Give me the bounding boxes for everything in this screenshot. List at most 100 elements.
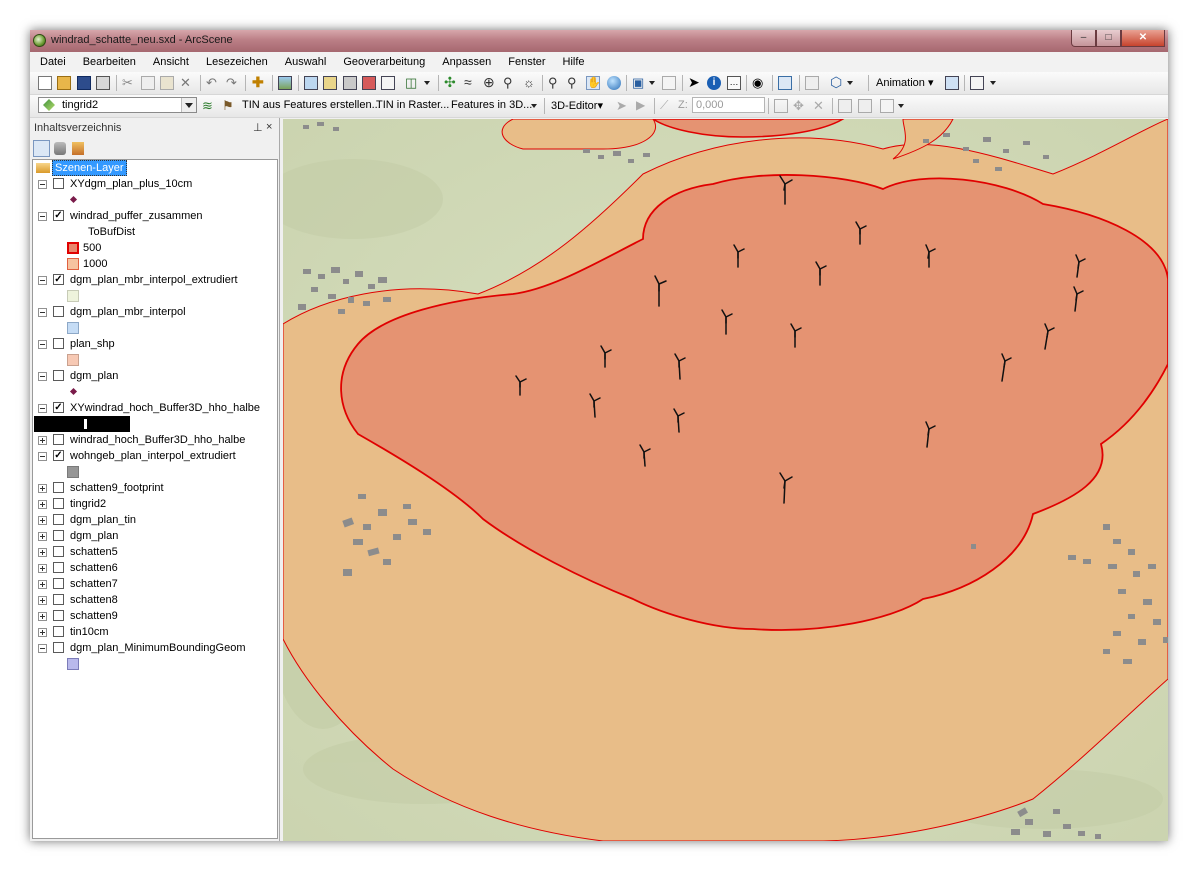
layer-row[interactable]: schatten7 (33, 576, 277, 592)
animation-menu-button[interactable]: Animation ▾ (876, 76, 934, 89)
contour-icon[interactable]: ≋ (202, 99, 216, 113)
layer-row[interactable]: schatten5 (33, 544, 277, 560)
3d-effects-icon[interactable]: ⬡ (830, 75, 844, 90)
collapse-icon[interactable] (38, 308, 47, 317)
scene-canvas[interactable] (283, 119, 1168, 841)
layer-checkbox[interactable]: ✓ (53, 450, 64, 461)
layer-checkbox[interactable] (53, 338, 64, 349)
layer-checkbox[interactable] (53, 642, 64, 653)
3d-editor-menu-button[interactable]: 3D-Editor▾ (551, 99, 603, 112)
layer-checkbox[interactable] (53, 370, 64, 381)
select-features-icon[interactable]: ▣ (632, 76, 646, 90)
layer-checkbox[interactable] (53, 482, 64, 493)
collapse-icon[interactable] (38, 276, 47, 285)
target-center-icon[interactable]: ⊕ (483, 75, 497, 90)
layer-checkbox[interactable] (53, 498, 64, 509)
search-window-icon[interactable] (343, 76, 357, 90)
minimize-button[interactable]: – (1071, 30, 1096, 47)
modelbuilder-icon[interactable]: ◫ (405, 76, 419, 90)
layer-row[interactable]: dgm_plan_mbr_interpol (33, 304, 277, 320)
layer-row[interactable]: dgm_plan_MinimumBoundingGeom (33, 640, 277, 656)
expand-icon[interactable] (38, 516, 47, 525)
layer-checkbox[interactable] (53, 610, 64, 621)
legend-swatch[interactable] (67, 322, 79, 334)
layer-checkbox[interactable] (53, 594, 64, 605)
layer-row[interactable]: plan_shp (33, 336, 277, 352)
layer-row[interactable]: dgm_plan_tin (33, 512, 277, 528)
new-document-icon[interactable] (38, 76, 52, 90)
expand-icon[interactable] (38, 564, 47, 573)
layer-combo-dropdown-icon[interactable] (181, 98, 196, 112)
menu-bearbeiten[interactable]: Bearbeiten (73, 56, 143, 68)
title-bar[interactable]: windrad_schatte_neu.sxd - ArcScene – □ ✕ (30, 30, 1168, 52)
layer-row[interactable]: schatten8 (33, 592, 277, 608)
layer-checkbox[interactable] (53, 306, 64, 317)
layer-row[interactable]: dgm_plan (33, 528, 277, 544)
collapse-icon[interactable] (38, 372, 47, 381)
layer-row[interactable]: windrad_hoch_Buffer3D_hho_halbe (33, 432, 277, 448)
layer-checkbox[interactable]: ✓ (53, 210, 64, 221)
copy-icon[interactable] (141, 76, 155, 90)
legend-swatch[interactable] (67, 354, 79, 366)
menu-ansicht[interactable]: Ansicht (143, 56, 196, 68)
pin-icon[interactable]: ⊥ (253, 121, 263, 134)
sketch-properties-icon[interactable] (858, 99, 872, 113)
buffer-1000-top-polygon[interactable] (501, 119, 656, 150)
select-elements-arrow-icon[interactable]: ➤ (688, 75, 702, 90)
set-observer-icon[interactable]: ☼ (523, 76, 537, 90)
layer-checkbox[interactable]: ✓ (53, 402, 64, 413)
undo-icon[interactable]: ↶ (206, 76, 220, 90)
identify-icon[interactable]: i (707, 76, 721, 90)
menu-anpassen[interactable]: Anpassen (432, 56, 498, 68)
navigate-icon[interactable]: ✣ (444, 75, 458, 90)
attributes-icon[interactable] (838, 99, 852, 113)
multipatch-symbol[interactable] (34, 416, 130, 432)
layer-row[interactable]: ✓ XYwindrad_hoch_Buffer3D_hho_halbe (33, 400, 277, 416)
line-of-sight-icon[interactable]: ⚑ (222, 99, 236, 113)
toc-window-icon[interactable] (304, 76, 318, 90)
move-icon[interactable]: ✥ (793, 99, 807, 113)
expand-icon[interactable] (38, 500, 47, 509)
legend-swatch[interactable] (67, 290, 79, 302)
features-in-3d-button[interactable]: Features in 3D... (451, 99, 532, 111)
legend-swatch[interactable] (67, 466, 79, 478)
layer-row[interactable]: ✓ dgm_plan_mbr_interpol_extrudiert (33, 272, 277, 288)
html-popup-icon[interactable]: … (727, 76, 741, 90)
scene-layers-root[interactable]: Szenen-Layer (33, 160, 277, 176)
layer-combo[interactable]: tingrid2 (38, 97, 197, 113)
layer-row[interactable]: tin10cm (33, 624, 277, 640)
expand-icon[interactable] (38, 580, 47, 589)
layer-row[interactable]: ✓ windrad_puffer_zusammen (33, 208, 277, 224)
edit-tool-icon[interactable]: ➤ (616, 99, 630, 113)
menu-lesezeichen[interactable]: Lesezeichen (196, 56, 275, 68)
reshape-icon[interactable] (774, 99, 788, 113)
close-button[interactable]: ✕ (1121, 30, 1165, 47)
scene-view[interactable] (283, 119, 1168, 841)
expand-icon[interactable] (38, 548, 47, 557)
z-value-input[interactable]: 0,000 (692, 97, 765, 113)
legend-swatch[interactable] (67, 658, 79, 670)
layer-row[interactable]: ✓ wohngeb_plan_interpol_extrudiert (33, 448, 277, 464)
expand-icon[interactable] (38, 628, 47, 637)
collapse-icon[interactable] (38, 212, 47, 221)
layer-checkbox[interactable] (53, 530, 64, 541)
fly-icon[interactable]: ≈ (464, 75, 478, 90)
menu-fenster[interactable]: Fenster (498, 56, 552, 68)
delete-icon[interactable]: ✕ (180, 76, 194, 90)
save-icon[interactable] (77, 76, 91, 90)
paste-icon[interactable] (160, 76, 174, 90)
layer-checkbox[interactable] (53, 178, 64, 189)
expand-icon[interactable] (38, 532, 47, 541)
layer-checkbox[interactable] (53, 562, 64, 573)
layer-checkbox[interactable] (53, 546, 64, 557)
layer-row[interactable]: dgm_plan (33, 368, 277, 384)
close-panel-icon[interactable]: × (266, 121, 272, 133)
list-by-drawing-order-icon[interactable] (33, 140, 50, 157)
tin-to-raster-button[interactable]: TIN in Raster... (376, 99, 449, 111)
layer-row[interactable]: schatten9_footprint (33, 480, 277, 496)
layer-checkbox[interactable] (53, 578, 64, 589)
zoom-out-icon[interactable]: ⚲ (567, 76, 581, 90)
expand-icon[interactable] (38, 484, 47, 493)
split-icon[interactable]: ✕ (813, 99, 827, 113)
collapse-icon[interactable] (38, 404, 47, 413)
